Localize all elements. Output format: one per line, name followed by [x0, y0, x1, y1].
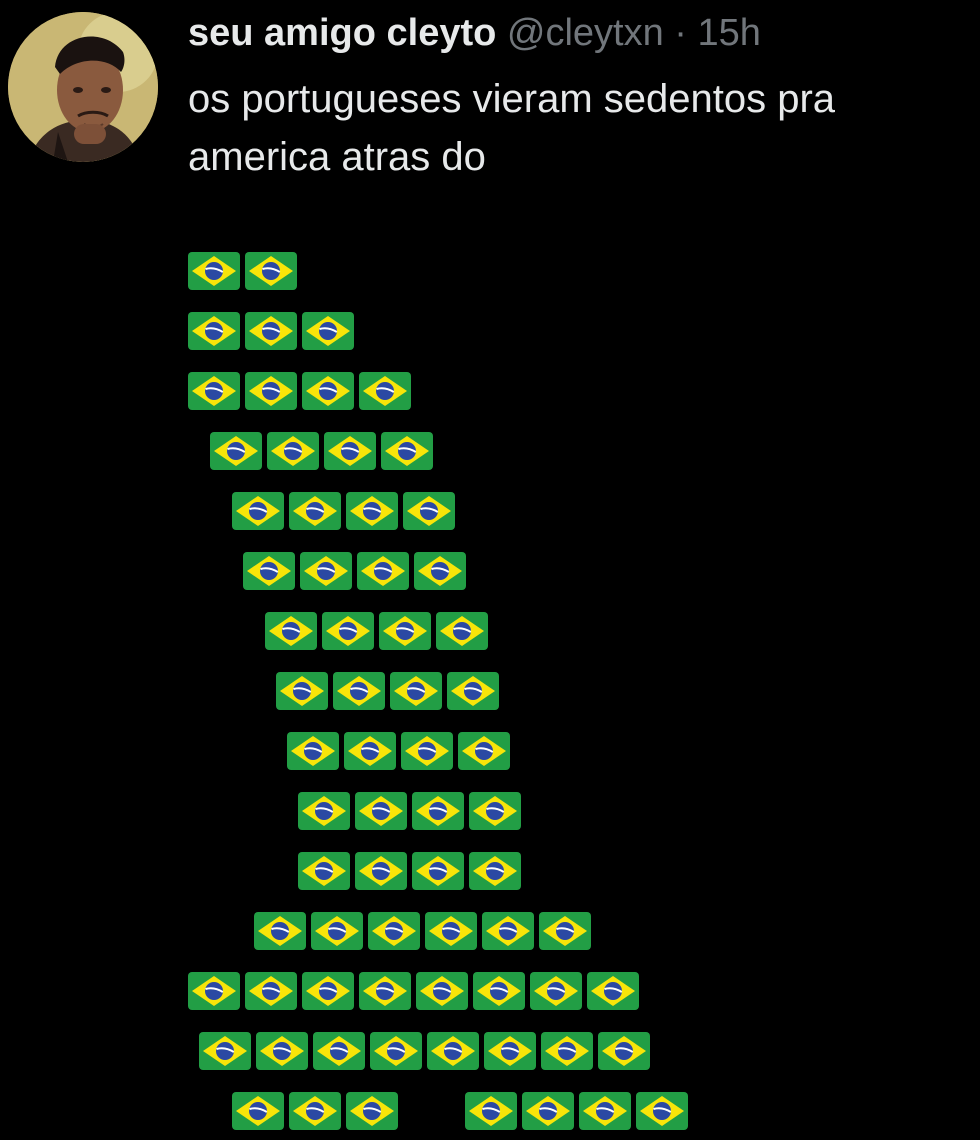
flag-row — [298, 852, 521, 892]
brazil-flag-icon — [298, 792, 350, 830]
brazil-flag-icon — [333, 672, 385, 710]
brazil-flag-icon — [210, 432, 262, 470]
flag-row — [298, 792, 521, 832]
brazil-flag-icon — [390, 672, 442, 710]
brazil-flag-icon — [381, 432, 433, 470]
brazil-flag-icon — [458, 732, 510, 770]
brazil-flag-icon — [412, 792, 464, 830]
brazil-flag-icon — [436, 612, 488, 650]
brazil-flag-icon — [401, 732, 453, 770]
brazil-flag-icon — [300, 552, 352, 590]
brazil-flag-icon — [302, 972, 354, 1010]
brazil-flag-icon — [368, 912, 420, 950]
brazil-flag-icon — [346, 492, 398, 530]
brazil-flag-icon — [412, 852, 464, 890]
flag-row — [188, 252, 297, 292]
brazil-flag-icon — [359, 972, 411, 1010]
brazil-flag-icon — [414, 552, 466, 590]
brazil-flag-icon — [188, 372, 240, 410]
brazil-flag-icon — [232, 1092, 284, 1130]
flag-row — [210, 432, 433, 472]
brazil-flag-icon — [245, 312, 297, 350]
flag-row — [276, 672, 499, 712]
brazil-flag-icon — [355, 852, 407, 890]
brazil-flag-icon — [311, 912, 363, 950]
flag-row — [188, 972, 639, 1012]
brazil-flag-icon — [302, 312, 354, 350]
brazil-flag-icon — [370, 1032, 422, 1070]
brazil-flag-icon — [541, 1032, 593, 1070]
brazil-flag-icon — [188, 312, 240, 350]
brazil-flag-icon — [636, 1092, 688, 1130]
brazil-flag-icon — [357, 552, 409, 590]
brazil-flag-icon — [522, 1092, 574, 1130]
brazil-flag-icon — [587, 972, 639, 1010]
brazil-flag-icon — [403, 492, 455, 530]
brazil-flag-icon — [313, 1032, 365, 1070]
brazil-flag-icon — [346, 1092, 398, 1130]
flag-row — [188, 372, 411, 412]
brazil-flag-icon — [289, 1092, 341, 1130]
brazil-flag-icon — [276, 672, 328, 710]
brazil-flag-icon — [465, 1092, 517, 1130]
flag-emoji-art — [0, 0, 980, 1140]
brazil-flag-icon — [199, 1032, 251, 1070]
brazil-flag-icon — [425, 912, 477, 950]
brazil-flag-icon — [245, 972, 297, 1010]
brazil-flag-icon — [254, 912, 306, 950]
flag-row-gap — [403, 1092, 460, 1130]
brazil-flag-icon — [256, 1032, 308, 1070]
brazil-flag-icon — [539, 912, 591, 950]
brazil-flag-icon — [324, 432, 376, 470]
brazil-flag-icon — [427, 1032, 479, 1070]
brazil-flag-icon — [359, 372, 411, 410]
flag-row — [188, 312, 354, 352]
flag-row — [287, 732, 510, 772]
brazil-flag-icon — [245, 252, 297, 290]
brazil-flag-icon — [344, 732, 396, 770]
tweet[interactable]: seu amigo cleyto @cleytxn · 15h os portu… — [0, 0, 980, 1140]
brazil-flag-icon — [379, 612, 431, 650]
flag-row — [243, 552, 466, 592]
flag-row — [254, 912, 591, 952]
brazil-flag-icon — [298, 852, 350, 890]
brazil-flag-icon — [188, 252, 240, 290]
brazil-flag-icon — [482, 912, 534, 950]
flag-row — [232, 1092, 688, 1132]
brazil-flag-icon — [469, 792, 521, 830]
brazil-flag-icon — [416, 972, 468, 1010]
flag-row — [232, 492, 455, 532]
brazil-flag-icon — [287, 732, 339, 770]
brazil-flag-icon — [322, 612, 374, 650]
brazil-flag-icon — [530, 972, 582, 1010]
brazil-flag-icon — [289, 492, 341, 530]
brazil-flag-icon — [598, 1032, 650, 1070]
brazil-flag-icon — [484, 1032, 536, 1070]
brazil-flag-icon — [447, 672, 499, 710]
brazil-flag-icon — [267, 432, 319, 470]
brazil-flag-icon — [188, 972, 240, 1010]
brazil-flag-icon — [473, 972, 525, 1010]
brazil-flag-icon — [579, 1092, 631, 1130]
flag-row — [265, 612, 488, 652]
flag-row — [199, 1032, 650, 1072]
brazil-flag-icon — [243, 552, 295, 590]
brazil-flag-icon — [265, 612, 317, 650]
brazil-flag-icon — [232, 492, 284, 530]
brazil-flag-icon — [245, 372, 297, 410]
brazil-flag-icon — [302, 372, 354, 410]
brazil-flag-icon — [355, 792, 407, 830]
brazil-flag-icon — [469, 852, 521, 890]
